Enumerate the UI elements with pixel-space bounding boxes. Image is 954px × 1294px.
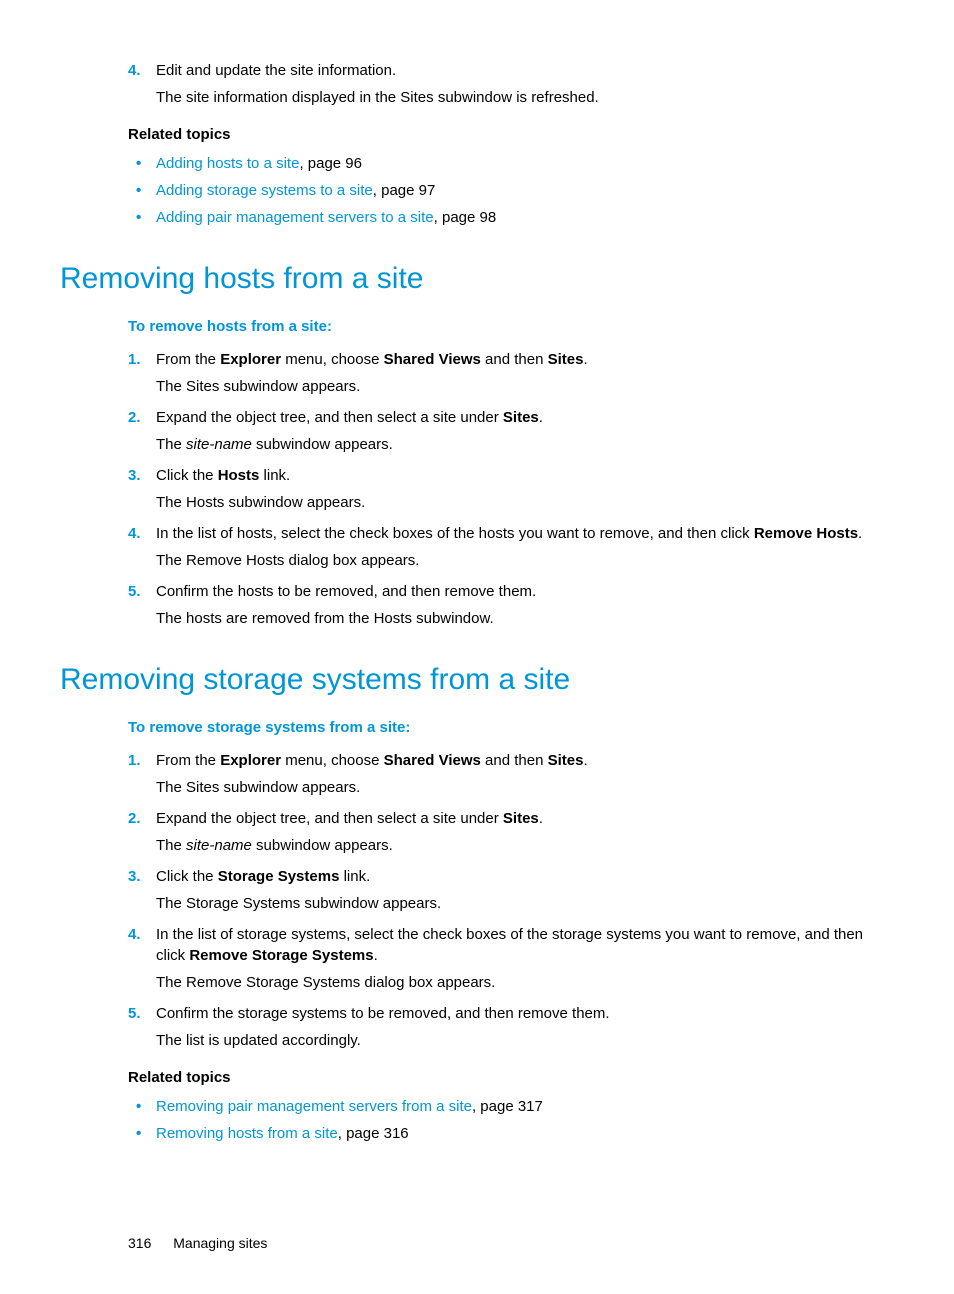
step-result: The Sites subwindow appears. [156, 376, 894, 397]
step-result: The Hosts subwindow appears. [156, 492, 894, 513]
heading-removing-storage: Removing storage systems from a site [60, 659, 894, 701]
step-text: Expand the object tree, and then select … [156, 810, 543, 827]
related-topics-heading: Related topics [128, 124, 894, 145]
step-text: In the list of hosts, select the check b… [156, 525, 862, 542]
link-removing-hosts[interactable]: Removing hosts from a site [156, 1125, 338, 1142]
step-text: Edit and update the site information. [156, 62, 396, 79]
related-tail: , page 317 [472, 1098, 543, 1115]
step-text: Confirm the hosts to be removed, and the… [156, 583, 536, 600]
related-item: Adding storage systems to a site, page 9… [128, 180, 894, 201]
step-item: In the list of hosts, select the check b… [128, 523, 894, 571]
step-item: Click the Storage Systems link. The Stor… [128, 866, 894, 914]
step-text: From the Explorer menu, choose Shared Vi… [156, 351, 588, 368]
step-text: Click the Hosts link. [156, 467, 290, 484]
link-removing-pms[interactable]: Removing pair management servers from a … [156, 1098, 472, 1115]
step-item: From the Explorer menu, choose Shared Vi… [128, 349, 894, 397]
heading-removing-hosts: Removing hosts from a site [60, 258, 894, 300]
step-text: From the Explorer menu, choose Shared Vi… [156, 752, 588, 769]
step-result: The Storage Systems subwindow appears. [156, 893, 894, 914]
step-item: Confirm the hosts to be removed, and the… [128, 581, 894, 629]
procedure-heading: To remove storage systems from a site: [128, 717, 894, 738]
related-item: Adding hosts to a site, page 96 [128, 153, 894, 174]
page-footer: 316 Managing sites [128, 1234, 894, 1254]
step-item: In the list of storage systems, select t… [128, 924, 894, 993]
link-adding-pms[interactable]: Adding pair management servers to a site [156, 209, 434, 226]
related-tail: , page 98 [434, 209, 497, 226]
step-result: The Remove Hosts dialog box appears. [156, 550, 894, 571]
step-text: Click the Storage Systems link. [156, 868, 370, 885]
step-item: From the Explorer menu, choose Shared Vi… [128, 750, 894, 798]
related-item: Adding pair management servers to a site… [128, 207, 894, 228]
step-item: Expand the object tree, and then select … [128, 407, 894, 455]
step-item: Confirm the storage systems to be remove… [128, 1003, 894, 1051]
related-item: Removing pair management servers from a … [128, 1096, 894, 1117]
link-adding-hosts[interactable]: Adding hosts to a site [156, 155, 299, 172]
step-result: The site-name subwindow appears. [156, 835, 894, 856]
step-text: In the list of storage systems, select t… [156, 926, 863, 964]
related-tail: , page 316 [338, 1125, 409, 1142]
related-tail: , page 97 [373, 182, 436, 199]
step-item: Click the Hosts link. The Hosts subwindo… [128, 465, 894, 513]
step-item: Edit and update the site information. Th… [128, 60, 894, 108]
step-item: Expand the object tree, and then select … [128, 808, 894, 856]
page-number: 316 [128, 1235, 151, 1251]
chapter-title: Managing sites [173, 1235, 267, 1251]
step-result: The site-name subwindow appears. [156, 434, 894, 455]
related-tail: , page 96 [299, 155, 362, 172]
link-adding-storage[interactable]: Adding storage systems to a site [156, 182, 373, 199]
step-result: The Remove Storage Systems dialog box ap… [156, 972, 894, 993]
procedure-heading: To remove hosts from a site: [128, 316, 894, 337]
step-result: The site information displayed in the Si… [156, 87, 894, 108]
related-topics-heading: Related topics [128, 1067, 894, 1088]
step-result: The list is updated accordingly. [156, 1030, 894, 1051]
step-text: Expand the object tree, and then select … [156, 409, 543, 426]
step-result: The Sites subwindow appears. [156, 777, 894, 798]
step-result: The hosts are removed from the Hosts sub… [156, 608, 894, 629]
related-item: Removing hosts from a site, page 316 [128, 1123, 894, 1144]
step-text: Confirm the storage systems to be remove… [156, 1005, 610, 1022]
